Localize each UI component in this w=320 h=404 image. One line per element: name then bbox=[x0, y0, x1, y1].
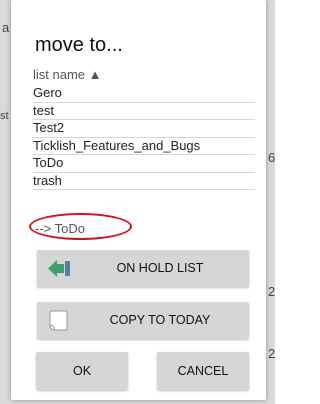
cancel-label: CANCEL bbox=[177, 364, 229, 378]
list-item[interactable]: Ticklish_Features_and_Bugs bbox=[33, 138, 255, 155]
copy-to-today-label: COPY TO TODAY bbox=[109, 313, 211, 327]
dialog-title: move to... bbox=[35, 34, 123, 56]
list-options: Gero test Test2 Ticklish_Features_and_Bu… bbox=[33, 85, 255, 190]
cancel-button[interactable]: CANCEL bbox=[157, 352, 249, 390]
list-item[interactable]: ToDo bbox=[33, 155, 255, 173]
background-peek-text: st bbox=[0, 110, 9, 122]
highlight-annotation-oval bbox=[29, 213, 132, 240]
ok-label: OK bbox=[72, 364, 92, 378]
page-icon bbox=[47, 310, 71, 331]
copy-to-today-button[interactable]: COPY TO TODAY bbox=[37, 302, 249, 339]
background-peek-text: 6 bbox=[268, 150, 276, 165]
list-item[interactable]: trash bbox=[33, 173, 255, 190]
background-peek-text: a bbox=[2, 20, 10, 35]
green-arrow-left-icon bbox=[47, 258, 71, 279]
ok-button[interactable]: OK bbox=[36, 352, 128, 390]
on-hold-list-label: ON HOLD LIST bbox=[116, 261, 204, 275]
move-to-dialog: move to... list name ▲ Gero test Test2 T… bbox=[11, 0, 266, 400]
background-peek-text: 2 bbox=[268, 284, 276, 299]
list-item[interactable]: Test2 bbox=[33, 120, 255, 138]
list-name-column-header[interactable]: list name ▲ bbox=[33, 67, 257, 82]
list-item[interactable]: test bbox=[33, 103, 255, 120]
list-item[interactable]: Gero bbox=[33, 85, 255, 103]
background-peek-text: 2 bbox=[268, 346, 276, 361]
on-hold-list-button[interactable]: ON HOLD LIST bbox=[37, 250, 249, 287]
